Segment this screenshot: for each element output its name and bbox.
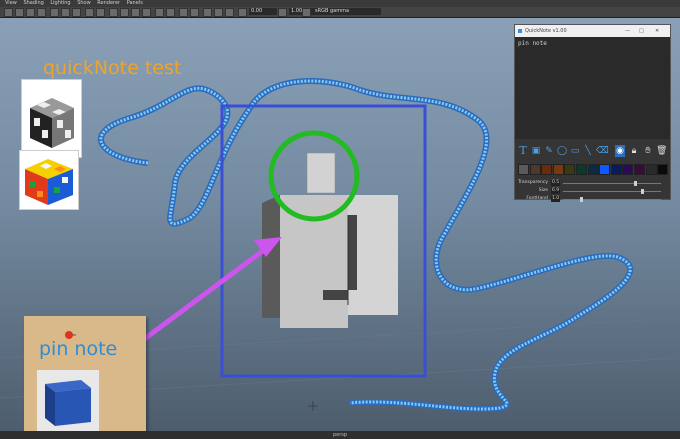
resolution-gate-icon[interactable] <box>72 8 81 17</box>
quicknote-canvas[interactable]: pin note <box>515 37 670 139</box>
trash-icon[interactable]: 🗑︎ <box>656 145 667 157</box>
isolate-select-icon[interactable] <box>203 8 212 17</box>
size-label: Size <box>538 188 548 193</box>
color-swatch[interactable] <box>610 164 622 175</box>
size-slider[interactable]: Size 6.9 <box>515 188 670 195</box>
transparency-value[interactable]: 0.5 <box>551 180 560 186</box>
minimize-icon[interactable]: — <box>625 25 630 37</box>
image-plane-icon[interactable] <box>37 8 46 17</box>
bw-cube-thumbnail[interactable] <box>21 79 82 158</box>
xray-joints-icon[interactable] <box>225 8 234 17</box>
quicknote-window: QuickNote v1.00 — □ ✕ pin note T ▣ ✎ ◯ ▭… <box>514 24 671 203</box>
fonthand-value[interactable]: 1.0 <box>551 196 560 202</box>
menu-renderer[interactable]: Renderer <box>97 0 120 6</box>
film-gate-icon[interactable] <box>61 8 70 17</box>
fonthand-slider[interactable]: FontHand 1.0 <box>515 196 670 203</box>
color-swatch[interactable] <box>622 164 634 175</box>
size-value[interactable]: 6.9 <box>551 188 560 194</box>
pen-tool-icon[interactable]: ✎ <box>544 145 554 157</box>
color-swatch[interactable] <box>634 164 645 175</box>
gamma-icon[interactable] <box>278 8 287 17</box>
camera-icon[interactable] <box>4 8 13 17</box>
quicknote-titlebar[interactable]: QuickNote v1.00 — □ ✕ <box>515 25 670 37</box>
ellipse-tool-icon[interactable]: ◯ <box>557 145 567 157</box>
color-swatch[interactable] <box>529 164 541 175</box>
bw-cube-image <box>30 98 74 148</box>
xray-icon[interactable] <box>214 8 223 17</box>
rectangle-tool-icon[interactable]: ▭ <box>570 145 580 157</box>
wireframe-icon[interactable] <box>109 8 118 17</box>
lights-icon[interactable] <box>142 8 151 17</box>
close-icon[interactable]: ✕ <box>655 25 659 37</box>
menu-lighting[interactable]: Lighting <box>50 0 70 6</box>
pin-note-label: pin note <box>39 338 118 360</box>
fonthand-knob[interactable] <box>580 197 584 202</box>
exposure-icon[interactable] <box>238 8 247 17</box>
lock-camera-icon[interactable] <box>15 8 24 17</box>
color-swatch[interactable] <box>518 164 529 175</box>
maximize-icon[interactable]: □ <box>639 25 644 37</box>
menu-panels[interactable]: Panels <box>127 0 143 6</box>
pin-tool-icon[interactable]: ▣ <box>531 145 541 157</box>
menu-show[interactable]: Show <box>77 0 91 6</box>
rubiks-cube-image <box>25 159 73 205</box>
size-knob[interactable] <box>640 189 644 194</box>
pivot-crosshair <box>308 401 318 411</box>
grid-icon[interactable] <box>50 8 59 17</box>
lock-icon[interactable]: 🔒︎ <box>629 145 639 157</box>
3d-viewport[interactable]: quickNote test pin note QuickNote v1.00 … <box>0 18 680 438</box>
color-swatch[interactable] <box>645 164 657 175</box>
transparency-knob[interactable] <box>634 181 638 186</box>
blue-cube-image <box>45 380 91 426</box>
color-swatch[interactable] <box>576 164 587 175</box>
color-swatch[interactable] <box>599 164 611 175</box>
ambient-occlusion-icon[interactable] <box>166 8 175 17</box>
smooth-shade-icon[interactable] <box>120 8 129 17</box>
safe-action-icon[interactable] <box>96 8 105 17</box>
bookmark-icon[interactable] <box>26 8 35 17</box>
view-icon[interactable]: ◉ <box>615 145 625 157</box>
shadows-icon[interactable] <box>155 8 164 17</box>
menu-bar: View Shading Lighting Show Renderer Pane… <box>0 0 680 7</box>
transparency-slider[interactable]: Transparency 0.5 <box>515 180 670 187</box>
colorspace-dropdown[interactable]: sRGB gamma <box>313 8 381 15</box>
anti-aliasing-icon[interactable] <box>190 8 199 17</box>
blue-cube-photo <box>37 370 99 432</box>
quicknote-title: QuickNote v1.00 <box>525 28 567 34</box>
color-swatch[interactable] <box>564 164 576 175</box>
field-chart-icon[interactable] <box>85 8 94 17</box>
transparency-label: Transparency <box>517 180 548 185</box>
menu-shading[interactable]: Shading <box>23 0 43 6</box>
pin-note[interactable]: pin note <box>24 316 146 438</box>
motion-blur-icon[interactable] <box>179 8 188 17</box>
view-transform-icon[interactable] <box>302 8 311 17</box>
color-swatch[interactable] <box>657 164 669 175</box>
block-object <box>262 152 398 328</box>
note-title: quickNote test <box>43 57 182 79</box>
tool-palette: T ▣ ✎ ◯ ▭ ╲ ⌫ ◉ 🔒︎ ✋︎ 🗑︎ <box>515 143 670 161</box>
canvas-text: pin note <box>518 40 547 47</box>
rubiks-cube-thumbnail[interactable] <box>19 150 79 210</box>
fonthand-label: FontHand <box>526 196 548 201</box>
camera-label: persp <box>0 431 680 439</box>
hand-icon[interactable]: ✋︎ <box>643 145 653 157</box>
color-swatch[interactable] <box>541 164 553 175</box>
eraser-tool-icon[interactable]: ⌫ <box>596 145 609 157</box>
color-swatch[interactable] <box>587 164 599 175</box>
app-icon <box>518 29 522 33</box>
viewport-toolbar: 0.00 1.00 sRGB gamma <box>0 7 680 18</box>
text-tool-icon[interactable]: T <box>518 145 528 157</box>
exposure-field[interactable]: 0.00 <box>249 8 277 15</box>
textured-icon[interactable] <box>131 8 140 17</box>
color-swatch[interactable] <box>552 164 564 175</box>
line-tool-icon[interactable]: ╲ <box>583 145 593 157</box>
menu-view[interactable]: View <box>5 0 17 6</box>
